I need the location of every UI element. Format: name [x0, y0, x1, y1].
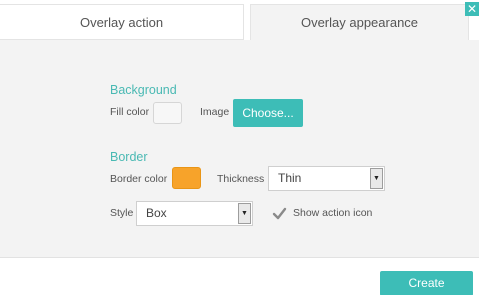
- create-button[interactable]: Create: [380, 271, 473, 295]
- thickness-label: Thickness: [217, 173, 265, 185]
- background-section-title: Background: [110, 83, 177, 97]
- choose-image-button[interactable]: Choose...: [233, 99, 303, 127]
- dialog-footer: Create: [0, 259, 479, 295]
- thickness-value: Thin: [278, 171, 302, 185]
- style-label: Style: [110, 207, 134, 219]
- thickness-select[interactable]: Thin ▼: [268, 166, 385, 191]
- overlay-dialog: Overlay action Overlay appearance ✕ Back…: [0, 0, 479, 295]
- border-color-swatch[interactable]: [172, 167, 201, 189]
- tab-bar: Overlay action Overlay appearance: [0, 0, 479, 40]
- fill-color-label: Fill color: [110, 106, 150, 118]
- style-select[interactable]: Box ▼: [136, 201, 253, 226]
- border-color-label: Border color: [110, 173, 168, 185]
- tab-overlay-action[interactable]: Overlay action: [0, 4, 244, 40]
- fill-color-swatch[interactable]: [153, 102, 182, 124]
- checkmark-icon[interactable]: [272, 206, 287, 221]
- appearance-panel: Background Fill color Image Choose... Bo…: [0, 40, 479, 258]
- tab-overlay-appearance[interactable]: Overlay appearance: [250, 4, 469, 40]
- show-action-icon-label[interactable]: Show action icon: [293, 207, 372, 219]
- chevron-down-icon[interactable]: ▼: [238, 203, 251, 224]
- style-value: Box: [146, 206, 167, 220]
- chevron-down-icon[interactable]: ▼: [370, 168, 383, 189]
- border-section-title: Border: [110, 150, 148, 164]
- close-icon[interactable]: ✕: [465, 2, 479, 16]
- image-label: Image: [200, 106, 230, 118]
